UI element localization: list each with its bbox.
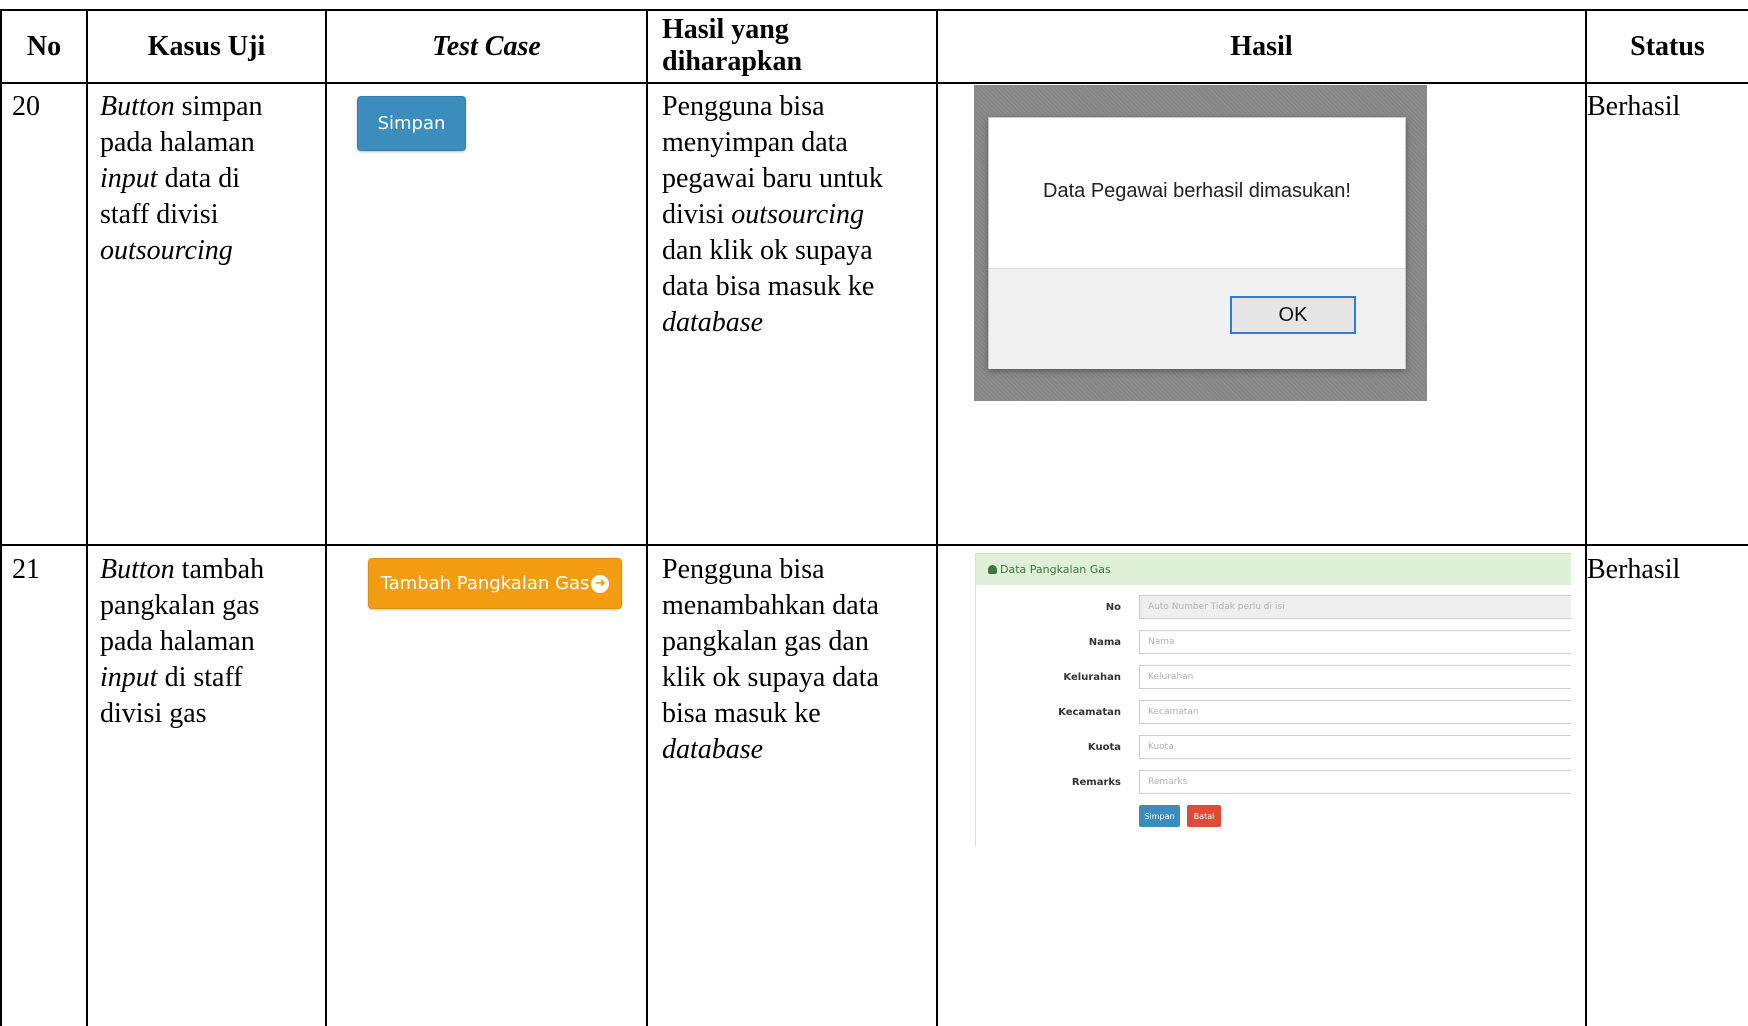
arrow-right-circle-icon: ➜ bbox=[591, 574, 610, 593]
tambah-pangkalan-gas-button[interactable]: Tambah Pangkalan Gas ➜ bbox=[368, 558, 622, 609]
expected-line: menambahkan data bbox=[662, 590, 879, 621]
table-border-top bbox=[0, 9, 1748, 11]
dialog-message: Data Pegawai berhasil dimasukan! bbox=[1043, 180, 1351, 202]
field-label-no: No bbox=[1105, 602, 1121, 613]
form-simpan-button[interactable]: Simpan bbox=[1139, 805, 1180, 827]
col-border-expected bbox=[936, 9, 938, 1026]
col-border-left bbox=[0, 9, 2, 1026]
header-kasus-uji: Kasus Uji bbox=[147, 31, 266, 62]
kasus-text: di staff bbox=[157, 662, 243, 693]
kasus-line: staff divisi bbox=[100, 199, 219, 230]
expected-line: dan klik ok supaya bbox=[662, 235, 873, 266]
row-21-no: 21 bbox=[12, 554, 40, 585]
row-21-status: Berhasil bbox=[1587, 554, 1681, 585]
col-border-no bbox=[86, 9, 88, 1026]
kasus-text: Button bbox=[100, 554, 175, 585]
expected-line: database bbox=[662, 732, 932, 768]
kasus-line: outsourcing bbox=[100, 233, 322, 269]
expected-text: outsourcing bbox=[731, 199, 864, 230]
row-divider bbox=[0, 544, 1748, 546]
field-label-remarks: Remarks bbox=[1071, 777, 1121, 788]
row-21-expected: Pengguna bisa menambahkan data pangkalan… bbox=[662, 552, 932, 768]
row-20-no: 20 bbox=[12, 91, 40, 122]
kasus-line: pada halaman bbox=[100, 626, 255, 657]
kasus-line: Button simpan bbox=[100, 89, 322, 125]
user-icon bbox=[988, 565, 997, 574]
row-20-kasus-uji: Button simpan pada halaman input data di… bbox=[100, 89, 322, 269]
header-no: No bbox=[26, 31, 62, 62]
expected-line: pangkalan gas dan bbox=[662, 626, 869, 657]
kecamatan-input[interactable]: Kecamatan bbox=[1139, 700, 1571, 724]
header-expected-line2: diharapkan bbox=[662, 46, 803, 77]
expected-text: divisi bbox=[662, 199, 732, 230]
row-20-status: Berhasil bbox=[1587, 91, 1681, 122]
expected-line: pegawai baru untuk bbox=[662, 163, 883, 194]
row-21-kasus-uji: Button tambah pangkalan gas pada halaman… bbox=[100, 552, 322, 732]
field-label-kuota: Kuota bbox=[1087, 742, 1121, 753]
col-border-kasus bbox=[325, 9, 327, 1026]
data-pangkalan-gas-form: Data Pangkalan Gas No Auto Number Tidak … bbox=[975, 553, 1571, 846]
header-expected: Hasil yang diharapkan bbox=[662, 14, 932, 78]
remarks-input[interactable]: Remarks bbox=[1139, 770, 1571, 794]
kasus-line: divisi gas bbox=[100, 698, 207, 729]
kasus-text: simpan bbox=[174, 91, 263, 122]
header-row-border bbox=[0, 82, 1748, 84]
field-label-kelurahan: Kelurahan bbox=[1063, 672, 1121, 683]
col-border-hasil bbox=[1585, 9, 1587, 1026]
expected-line: Pengguna bisa bbox=[662, 91, 825, 122]
expected-line: database bbox=[662, 305, 932, 341]
kasus-line: input di staff bbox=[100, 660, 322, 696]
success-dialog: Data Pegawai berhasil dimasukan! OK bbox=[988, 117, 1406, 369]
header-test-case-text: Test Case bbox=[432, 31, 541, 62]
expected-line: klik ok supaya data bbox=[662, 662, 879, 693]
dialog-footer: OK bbox=[989, 268, 1405, 369]
form-header: Data Pangkalan Gas bbox=[976, 553, 1571, 585]
col-border-testcase bbox=[646, 9, 648, 1026]
expected-text: database bbox=[662, 307, 764, 338]
kasus-text: input bbox=[100, 163, 158, 194]
simpan-button[interactable]: Simpan bbox=[357, 96, 466, 151]
header-hasil: Hasil bbox=[1230, 31, 1293, 62]
expected-line: menyimpan data bbox=[662, 127, 848, 158]
kasus-text: input bbox=[100, 662, 158, 693]
kasus-line: pangkalan gas bbox=[100, 590, 260, 621]
kasus-line: Button tambah bbox=[100, 552, 322, 588]
field-label-kecamatan: Kecamatan bbox=[1058, 707, 1121, 718]
no-input[interactable]: Auto Number Tidak perlu di isi bbox=[1139, 595, 1571, 619]
nama-input[interactable]: Nama bbox=[1139, 630, 1571, 654]
form-title: Data Pangkalan Gas bbox=[1000, 563, 1111, 576]
dialog-ok-button[interactable]: OK bbox=[1230, 296, 1356, 334]
expected-line: Pengguna bisa bbox=[662, 554, 825, 585]
kasus-line: input data di bbox=[100, 161, 322, 197]
kuota-input[interactable]: Kuota bbox=[1139, 735, 1571, 759]
expected-line: data bisa masuk ke bbox=[662, 271, 875, 302]
field-label-nama: Nama bbox=[1088, 637, 1121, 648]
expected-line: divisi outsourcing bbox=[662, 197, 932, 233]
row-20-expected: Pengguna bisa menyimpan data pegawai bar… bbox=[662, 89, 932, 341]
expected-line: bisa masuk ke bbox=[662, 698, 821, 729]
kasus-text: outsourcing bbox=[100, 235, 233, 266]
kelurahan-input[interactable]: Kelurahan bbox=[1139, 665, 1571, 689]
kasus-text: data di bbox=[157, 163, 240, 194]
kasus-line: pada halaman bbox=[100, 127, 255, 158]
expected-text: database bbox=[662, 734, 764, 765]
header-status: Status bbox=[1630, 31, 1705, 62]
header-test-case: Test Case bbox=[327, 29, 646, 65]
kasus-text: tambah bbox=[174, 554, 265, 585]
form-batal-button[interactable]: Batal bbox=[1187, 805, 1221, 827]
kasus-text: Button bbox=[100, 91, 175, 122]
tambah-button-label: Tambah Pangkalan Gas bbox=[380, 573, 590, 594]
header-expected-line1: Hasil yang bbox=[662, 14, 789, 45]
